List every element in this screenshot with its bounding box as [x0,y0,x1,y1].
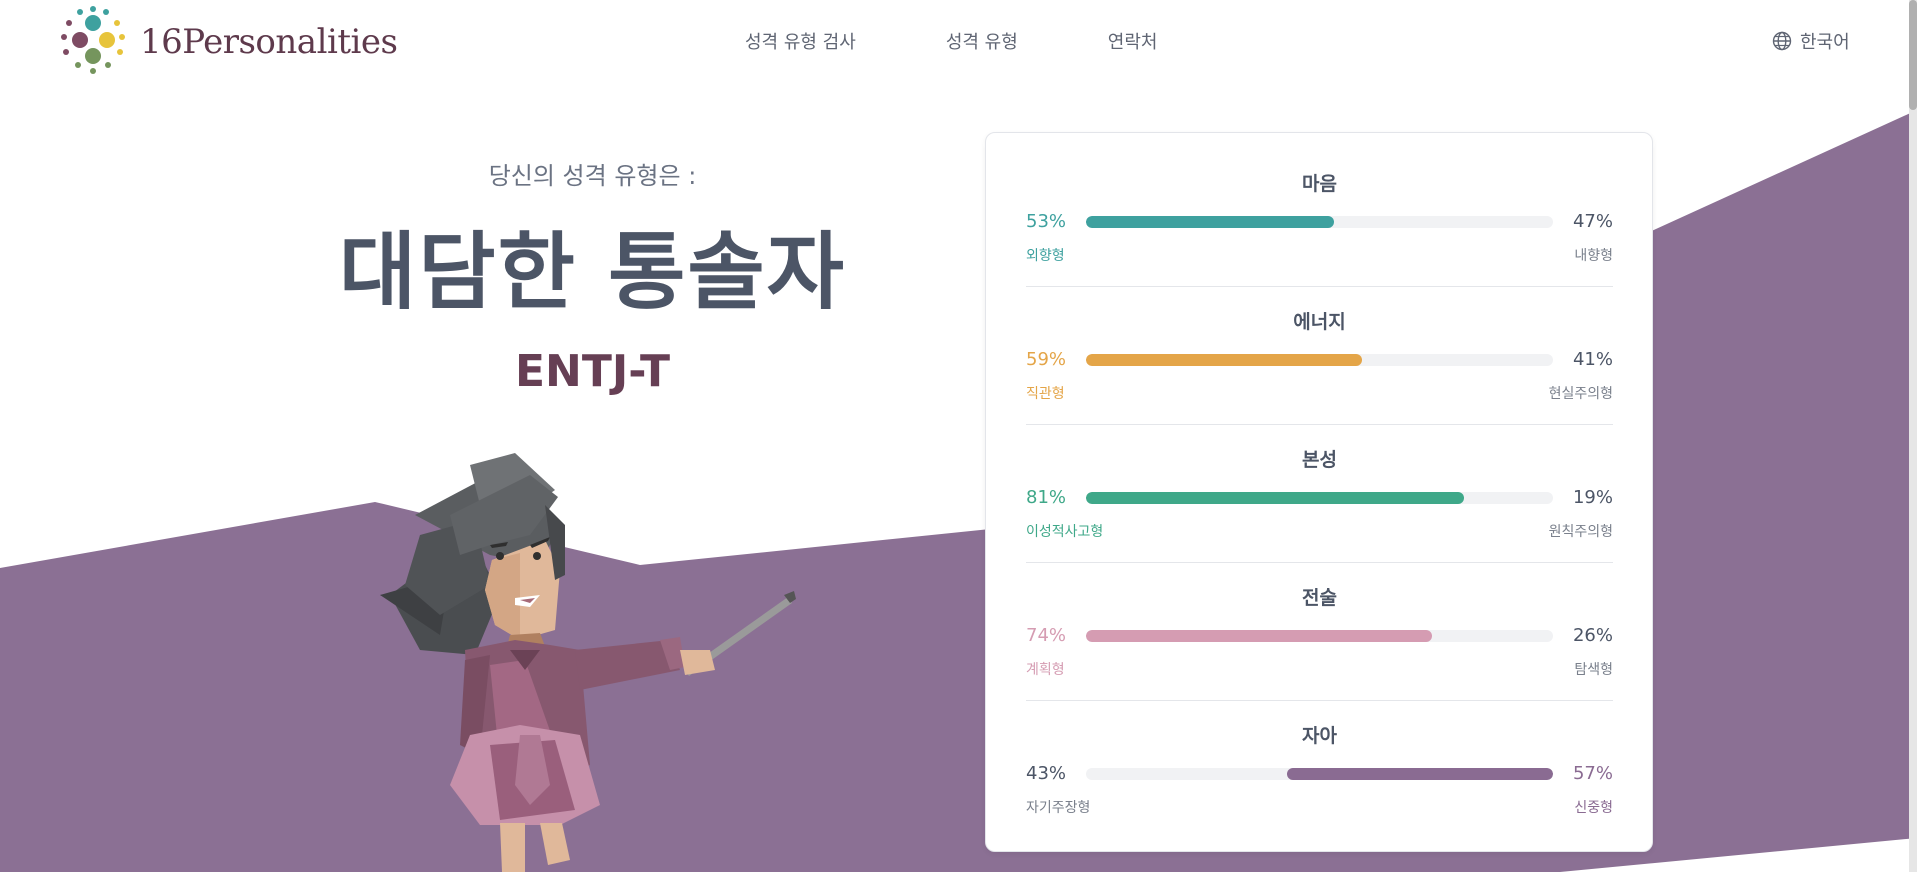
trait-left-percent: 81% [1026,487,1067,508]
nav-item-personality-test[interactable]: 성격 유형 검사 [745,28,856,54]
trait-right-label: 원칙주의형 [1548,524,1613,540]
logo-link[interactable]: 16Personalities [56,6,398,78]
language-selector[interactable]: 한국어 [1772,28,1850,54]
trait-right-label: 내향형 [1574,248,1613,264]
personality-type-name: 대담한 통솔자 [339,223,846,321]
trait-left-percent: 43% [1026,763,1067,784]
trait-left-percent: 59% [1026,349,1067,370]
trait-title: 자아 [1302,725,1337,747]
trait-identity: 자아 43% 57% 자기주장형 신중형 [1026,685,1613,823]
trait-left-label: 계획형 [1026,662,1065,678]
trait-bar [1086,492,1553,504]
trait-bar [1086,354,1553,366]
scrollbar-thumb[interactable] [1909,0,1917,110]
result-subtitle: 당신의 성격 유형은 : [488,162,697,190]
trait-bar [1086,630,1553,642]
trait-right-percent: 19% [1572,487,1613,508]
trait-left-label: 직관형 [1026,386,1065,402]
trait-right-percent: 57% [1572,763,1613,784]
trait-bar [1086,216,1553,228]
nav-item-personality-types[interactable]: 성격 유형 [946,28,1018,54]
trait-bar-fill [1086,216,1334,228]
logo-text: 16Personalities [140,22,398,62]
trait-right-percent: 26% [1572,625,1613,646]
trait-tactics: 전술 74% 26% 계획형 탐색형 [1026,547,1613,685]
main-nav: 성격 유형 검사 성격 유형 연락처 [745,28,1157,54]
trait-bar-fill [1086,354,1362,366]
page: 16Personalities 성격 유형 검사 성격 유형 연락처 한국어 당… [0,0,1917,872]
trait-title: 에너지 [1293,311,1346,333]
trait-nature: 본성 81% 19% 이성적사고형 원칙주의형 [1026,409,1613,547]
trait-mind: 마음 53% 47% 외향형 내향형 [1026,133,1613,271]
trait-right-percent: 41% [1572,349,1613,370]
site-header: 16Personalities 성격 유형 검사 성격 유형 연락처 한국어 [0,0,1917,84]
trait-title: 마음 [1302,173,1337,195]
trait-left-label: 이성적사고형 [1026,524,1104,540]
trait-title: 전술 [1302,587,1337,609]
globe-icon [1772,31,1792,51]
trait-right-label: 신중형 [1574,800,1613,816]
trait-results-card: 마음 53% 47% 외향형 내향형 에너지 59% 41% 직관형 현실주의형… [985,132,1653,852]
trait-bar-fill [1086,630,1432,642]
personality-type-code: ENTJ-T [514,346,671,397]
trait-right-percent: 47% [1572,211,1613,232]
trait-left-label: 자기주장형 [1026,800,1091,816]
page-scrollbar[interactable] [1909,0,1917,872]
trait-bar-fill [1086,492,1465,504]
nav-item-contact[interactable]: 연락처 [1108,28,1158,54]
trait-bar [1086,768,1553,780]
trait-left-percent: 74% [1026,625,1067,646]
trait-left-percent: 53% [1026,211,1067,232]
language-label: 한국어 [1800,32,1850,53]
trait-right-label: 현실주의형 [1548,386,1613,402]
trait-bar-fill [1286,768,1553,780]
trait-title: 본성 [1302,449,1337,471]
trait-energy: 에너지 59% 41% 직관형 현실주의형 [1026,271,1613,409]
result-hero: 당신의 성격 유형은 : 대담한 통솔자 ENTJ-T [300,160,885,394]
logo-dots-icon [61,6,125,74]
trait-right-label: 탐색형 [1574,662,1613,678]
trait-left-label: 외향형 [1026,248,1065,264]
commander-character-illustration [380,453,796,872]
